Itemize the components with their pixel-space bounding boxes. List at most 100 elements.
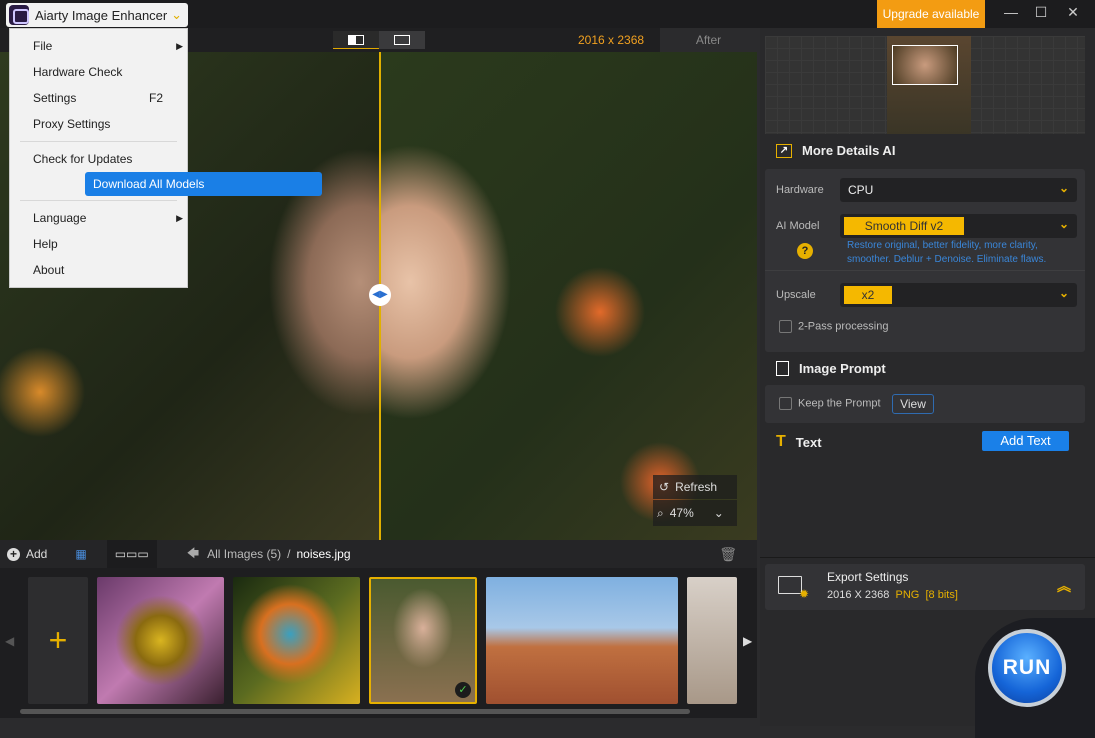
zoom-icon: ⌕ [657, 505, 664, 520]
export-format: PNG [895, 589, 920, 601]
check-icon: ✓ [455, 682, 471, 698]
app-dropdown-menu: File ▶ Hardware Check Settings F2 Proxy Se… [9, 28, 322, 288]
zoom-dropdown[interactable]: ⌕ 47% ⌄ [653, 500, 737, 526]
thumbnail-bride[interactable] [687, 577, 737, 704]
prompt-card: Keep the Prompt View [765, 385, 1085, 423]
trash-icon[interactable]: 🗑 [719, 546, 737, 563]
checkbox[interactable] [779, 397, 792, 410]
zoom-value: 47% [669, 506, 694, 520]
close-icon[interactable]: ✕ [1062, 4, 1084, 24]
divider [760, 557, 1095, 558]
model-description: Restore original, better fidelity, more … [847, 240, 1047, 265]
breadcrumb-separator: / [287, 547, 291, 561]
navigator-preview[interactable] [765, 36, 1085, 134]
text-icon: T [776, 433, 786, 450]
two-pass-checkbox[interactable]: 2-Pass processing [779, 320, 889, 333]
menu-label: File [33, 39, 53, 53]
divider [20, 141, 177, 142]
document-icon [776, 361, 789, 376]
minimize-icon[interactable]: — [1000, 4, 1022, 24]
upscale-value: x2 [844, 286, 892, 304]
menu-item-check-updates[interactable]: Check for Updates [10, 146, 187, 172]
refresh-button[interactable]: ↺ Refresh [653, 475, 737, 499]
add-image-tile[interactable]: + [28, 577, 88, 704]
section-more-details: ↗ More Details AI [776, 143, 895, 158]
gallery-toolbar: + Add ▦ ▭▭▭ 🡄 All Images (5) / noises.jpg… [0, 540, 757, 568]
thumbnail-bird[interactable] [97, 577, 224, 704]
keep-prompt-checkbox[interactable]: Keep the Prompt [779, 397, 881, 410]
horizontal-scrollbar[interactable] [20, 709, 690, 714]
after-image [380, 52, 757, 540]
section-title: More Details AI [802, 143, 896, 158]
add-text-button[interactable]: Add Text [982, 431, 1069, 451]
thumbnail-cathedral[interactable] [486, 577, 678, 704]
menu-item-download-models[interactable]: Download All Models [85, 172, 322, 196]
viewport-box[interactable] [892, 45, 958, 85]
export-dims: 2016 X 2368 [827, 589, 890, 601]
image-dimensions: 2016 x 2368 [578, 33, 645, 47]
add-label: Add [26, 547, 48, 561]
divider [765, 270, 1085, 271]
menu-item-help[interactable]: Help [10, 231, 187, 257]
keep-prompt-label: Keep the Prompt [798, 397, 881, 410]
model-value: Smooth Diff v2 [844, 217, 964, 235]
split-view-icon [348, 34, 364, 45]
menu-item-hardware-check[interactable]: Hardware Check [10, 59, 187, 85]
thumbnail-portrait-selected[interactable]: ✓ [369, 577, 477, 704]
menu-label: Hardware Check [33, 65, 123, 79]
back-arrow-icon[interactable]: 🡄 [187, 544, 199, 565]
app-logo-icon [9, 5, 29, 25]
scroll-right-icon[interactable]: ▶ [743, 634, 752, 648]
thumbnail-strip: ◀ + ✓ ▶ [0, 568, 757, 718]
two-pass-label: 2-Pass processing [798, 320, 889, 333]
model-select[interactable]: Smooth Diff v2 ⌄ [840, 214, 1077, 238]
refresh-icon: ↺ [659, 480, 670, 494]
hardware-select[interactable]: CPU ⌄ [840, 178, 1077, 202]
chevron-up-icon[interactable]: ︽ [1057, 576, 1071, 596]
side-by-side-icon [394, 35, 410, 45]
split-view-button[interactable] [333, 31, 379, 49]
grid-view-icon[interactable]: ▦ [75, 547, 86, 561]
hardware-label: Hardware [776, 184, 824, 196]
upgrade-button[interactable]: Upgrade available [877, 0, 985, 28]
side-by-side-button[interactable] [379, 31, 425, 49]
checkbox[interactable] [779, 320, 792, 333]
title-bar: Aiarty Image Enhancer ⌄ Upgrade availabl… [0, 0, 1095, 28]
chevron-down-icon: ⌄ [713, 506, 724, 520]
export-settings[interactable]: ✹ Export Settings 2016 X 2368 PNG [8 bit… [765, 564, 1085, 610]
menu-item-about[interactable]: About [10, 257, 187, 283]
export-details: 2016 X 2368 PNG [8 bits] [827, 589, 958, 601]
compare-handle[interactable]: ◀▶ [369, 284, 391, 306]
plus-icon: + [7, 547, 20, 561]
hardware-value: CPU [848, 183, 874, 197]
menu-item-settings[interactable]: Settings F2 [10, 85, 187, 111]
menu-item-file[interactable]: File ▶ [10, 33, 187, 59]
menu-label: Download All Models [93, 177, 205, 191]
menu-item-language[interactable]: Language ▶ [10, 205, 187, 231]
maximize-icon[interactable]: ☐ [1030, 4, 1052, 24]
strip-view-icon[interactable]: ▭▭▭ [106, 540, 157, 568]
menu-label: Check for Updates [33, 152, 133, 166]
add-button[interactable]: + Add [7, 547, 47, 561]
run-button[interactable]: RUN [988, 629, 1066, 707]
export-bits: [8 bits] [925, 589, 958, 601]
section-title: Text [795, 434, 822, 450]
menu-item-proxy-settings[interactable]: Proxy Settings [10, 111, 187, 137]
shortcut: F2 [148, 91, 163, 105]
model-settings-card: Hardware CPU ⌄ AI Model ? Smooth Diff v2 ⌄… [765, 169, 1085, 352]
export-title: Export Settings [827, 570, 909, 584]
help-icon[interactable]: ? [797, 243, 813, 259]
enhance-icon: ↗ [776, 143, 792, 158]
app-menu-button[interactable]: Aiarty Image Enhancer ⌄ [6, 3, 188, 27]
breadcrumb-all-images[interactable]: All Images (5) [207, 547, 281, 561]
section-image-prompt: Image Prompt [776, 361, 886, 376]
menu-label: About [33, 263, 65, 277]
scroll-left-icon[interactable]: ◀ [5, 634, 14, 648]
upscale-select[interactable]: x2 ⌄ [840, 283, 1077, 307]
thumbnail-butterfly[interactable] [233, 577, 360, 704]
section-title: Image Prompt [799, 361, 886, 376]
export-settings-icon: ✹ [778, 576, 809, 601]
view-prompt-button[interactable]: View [892, 394, 934, 414]
chevron-down-icon: ⌄ [1058, 286, 1069, 300]
settings-panel: ↗ More Details AI Hardware CPU ⌄ AI Model… [760, 28, 1095, 738]
